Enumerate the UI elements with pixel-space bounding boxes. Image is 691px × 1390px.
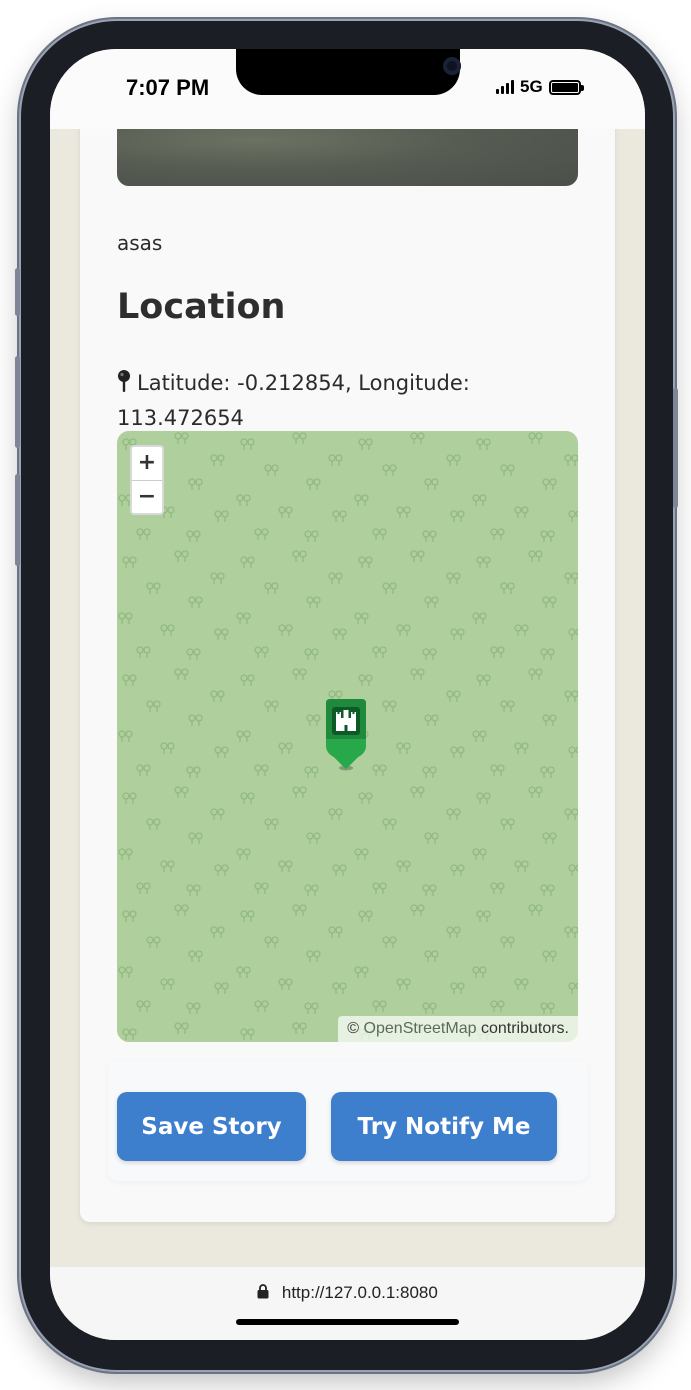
volume-up-button <box>15 356 20 448</box>
location-map[interactable]: + − © OpenStreetMap contributors. <box>117 431 578 1042</box>
url-display: http://127.0.0.1:8080 <box>50 1283 645 1303</box>
home-indicator[interactable] <box>236 1319 459 1325</box>
action-button <box>15 268 20 316</box>
map-pin-icon <box>117 369 131 402</box>
zoom-in-button[interactable]: + <box>132 447 162 481</box>
power-button <box>673 388 678 508</box>
zoom-controls: + − <box>130 445 164 515</box>
story-detail-card: asas Location Latitude: -0.212854, Longi… <box>80 109 615 1222</box>
save-story-button[interactable]: Save Story <box>117 1092 306 1161</box>
browser-url-bar[interactable]: http://127.0.0.1:8080 <box>50 1267 645 1340</box>
lock-icon <box>257 1283 282 1302</box>
try-notify-button[interactable]: Try Notify Me <box>331 1092 557 1161</box>
coordinates-text: Latitude: -0.212854, Longitude: 113.4726… <box>117 371 470 430</box>
action-buttons: Save Story Try Notify Me <box>108 1061 588 1181</box>
phone-screen: 7:07 PM 5G asas Location Latitude: -0.21… <box>50 49 645 1340</box>
castle-marker-icon[interactable] <box>322 699 370 777</box>
front-camera <box>443 57 461 75</box>
zoom-out-button[interactable]: − <box>132 481 162 514</box>
volume-down-button <box>15 474 20 566</box>
story-description: asas <box>117 231 163 255</box>
notch <box>236 49 461 95</box>
status-icons: 5G <box>496 77 584 97</box>
url-text: http://127.0.0.1:8080 <box>281 1283 438 1302</box>
location-coordinates: Latitude: -0.212854, Longitude: 113.4726… <box>117 367 587 435</box>
signal-icon <box>496 80 514 94</box>
battery-icon <box>548 79 584 95</box>
status-time: 7:07 PM <box>126 75 210 100</box>
network-type: 5G <box>520 77 543 96</box>
location-heading: Location <box>117 287 286 327</box>
openstreetmap-link[interactable]: OpenStreetMap <box>364 1020 477 1037</box>
status-bar: 7:07 PM 5G <box>50 49 645 129</box>
map-attribution: © OpenStreetMap contributors. <box>338 1016 578 1042</box>
